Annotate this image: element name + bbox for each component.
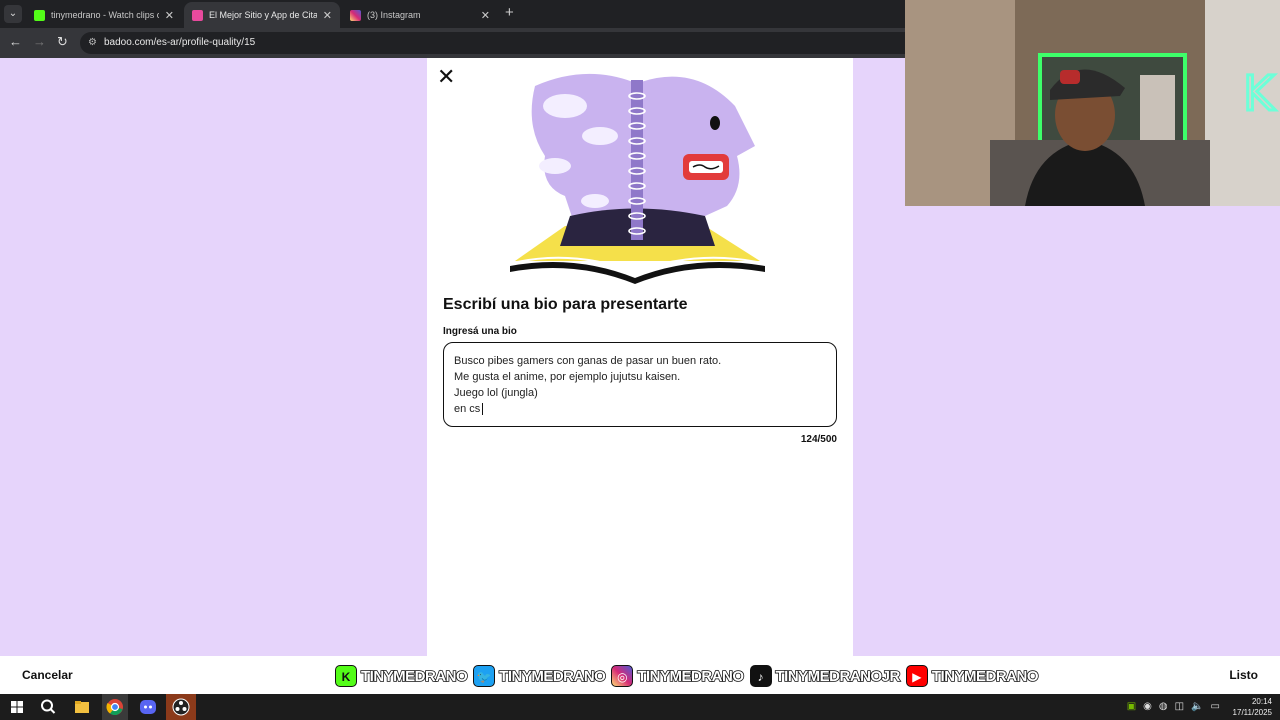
discord-icon[interactable] xyxy=(138,697,158,717)
nvidia-icon[interactable]: ▣ xyxy=(1127,701,1136,712)
webcam-feed-image: K xyxy=(905,0,1280,206)
kick-favicon-icon xyxy=(34,9,45,21)
obs-icon[interactable] xyxy=(171,697,191,717)
tab-instagram[interactable]: (3) Instagram ✕ xyxy=(342,2,498,28)
bio-line: Juego lol (jungla) xyxy=(454,387,538,399)
bio-line: Me gusta el anime, por ejemplo jujutsu k… xyxy=(454,371,681,383)
instagram-icon: ◎ xyxy=(611,665,634,687)
tab-title: (3) Instagram xyxy=(367,10,421,20)
tab-kick[interactable]: tinymedrano - Watch clips on K ✕ xyxy=(26,2,182,28)
kick-icon: K xyxy=(335,665,357,687)
system-tray: ▣ ◉ ◍ ◫ 🔈 ▭ xyxy=(1127,701,1220,712)
close-tab-icon[interactable]: ✕ xyxy=(481,9,490,22)
clock-date: 17/11/2025 xyxy=(1232,708,1272,717)
notification-icon[interactable]: ▭ xyxy=(1211,701,1220,712)
bio-field-label: Ingresá una bio xyxy=(443,326,517,337)
url-text: badoo.com/es-ar/profile-quality/15 xyxy=(104,37,256,48)
social-handle: TINYMEDRANO xyxy=(498,667,606,686)
tab-badoo[interactable]: El Mejor Sitio y App de Citas Gr ✕ xyxy=(184,2,340,28)
twitter-icon: 🐦 xyxy=(473,665,496,687)
close-tab-icon[interactable]: ✕ xyxy=(165,9,174,22)
windows-taskbar: ▣ ◉ ◍ ◫ 🔈 ▭ 20:14 17/11/2025 xyxy=(0,694,1280,720)
reload-icon[interactable]: ↻ xyxy=(57,34,68,50)
book-head-illustration xyxy=(510,73,765,284)
bio-textarea[interactable]: Busco pibes gamers con ganas de pasar un… xyxy=(443,342,837,427)
character-counter: 124/500 xyxy=(800,434,837,445)
tab-title: El Mejor Sitio y App de Citas Gr xyxy=(209,10,317,20)
done-button[interactable]: Listo xyxy=(1229,668,1258,682)
instagram-favicon-icon xyxy=(350,9,361,21)
bio-line-text: en cs xyxy=(454,403,481,415)
tiktok-icon: ♪ xyxy=(749,665,772,687)
windows-start-icon[interactable] xyxy=(7,697,27,717)
close-icon[interactable]: ✕ xyxy=(437,64,455,90)
badoo-favicon-icon xyxy=(192,9,203,21)
clock-time: 20:14 xyxy=(1251,697,1272,706)
network-icon[interactable]: ◫ xyxy=(1175,701,1184,712)
close-tab-icon[interactable]: ✕ xyxy=(323,9,332,22)
social-handle: TINYMEDRANOJR xyxy=(775,667,901,686)
youtube-icon: ▶ xyxy=(905,665,928,687)
new-tab-button[interactable]: + xyxy=(505,4,514,21)
social-handle: TINYMEDRANO xyxy=(637,667,745,686)
tab-search-button[interactable]: ⌄ xyxy=(4,5,22,23)
taskbar-clock[interactable]: 20:14 17/11/2025 xyxy=(1233,696,1272,718)
site-info-icon[interactable]: ⚙ xyxy=(88,32,97,54)
forward-icon[interactable]: → xyxy=(33,34,46,49)
app-tray-icon[interactable]: ◉ xyxy=(1143,701,1152,712)
social-handle: TINYMEDRANO xyxy=(360,667,468,686)
svg-text:K: K xyxy=(1243,66,1276,122)
bio-line: Busco pibes gamers con ganas de pasar un… xyxy=(454,355,722,367)
cancel-button[interactable]: Cancelar xyxy=(22,668,73,682)
page-title: Escribí una bio para presentarte xyxy=(443,296,688,313)
webcam-overlay: K xyxy=(905,0,1280,206)
bottom-action-bar: Cancelar K TINYMEDRANO 🐦 TINYMEDRANO ◎ T… xyxy=(0,656,1280,694)
text-caret xyxy=(482,403,484,416)
back-icon[interactable]: ← xyxy=(9,34,22,49)
file-explorer-icon[interactable] xyxy=(72,697,92,717)
tab-title: tinymedrano - Watch clips on K xyxy=(51,10,159,20)
bio-line-current: en cs xyxy=(454,401,826,417)
steam-icon[interactable]: ◍ xyxy=(1159,701,1168,712)
search-icon[interactable] xyxy=(38,697,58,717)
stream-social-overlay: K TINYMEDRANO 🐦 TINYMEDRANO ◎ TINYMEDRAN… xyxy=(335,664,1040,688)
chrome-icon[interactable] xyxy=(105,697,125,717)
social-handle: TINYMEDRANO xyxy=(931,667,1039,686)
bio-editor-panel: ✕ Escribí una bio para presentarte Ingre… xyxy=(427,58,853,656)
volume-icon[interactable]: 🔈 xyxy=(1191,701,1203,712)
